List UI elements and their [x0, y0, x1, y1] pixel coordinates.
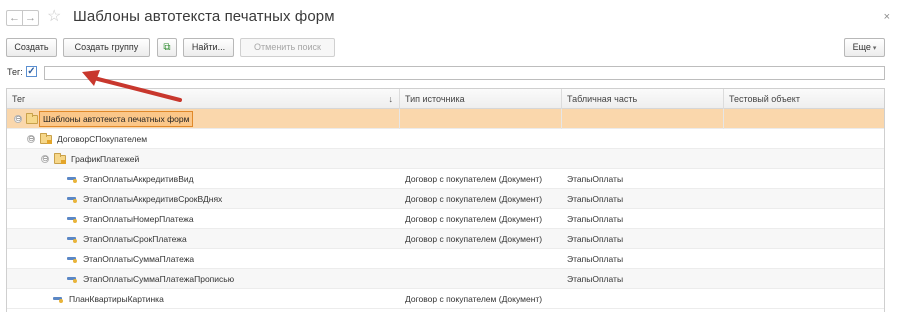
- tag-item-icon: [67, 197, 77, 203]
- find-button[interactable]: Найти...: [183, 38, 234, 57]
- source-type-cell: Договор с покупателем (Документ): [405, 234, 543, 244]
- column-header-source-type[interactable]: Тип источника: [400, 89, 562, 109]
- page-title: Шаблоны автотекста печатных форм: [73, 8, 335, 25]
- table-row[interactable]: ⊖ ДоговорСПокупателем: [7, 129, 884, 149]
- tabular-part-cell: ЭтапыОплаты: [567, 174, 624, 184]
- table-row[interactable]: ЭтапОплатыСуммаПлатежаПрописью ЭтапыОпла…: [7, 269, 884, 289]
- tag-item-icon: [67, 177, 77, 183]
- column-header-tag[interactable]: Тег ↓: [7, 89, 400, 109]
- tabular-part-cell: ЭтапыОплаты: [567, 194, 624, 204]
- forward-arrow-icon[interactable]: →: [22, 10, 39, 26]
- favorite-star-icon[interactable]: ☆: [47, 8, 61, 26]
- copy-icon[interactable]: ⧉: [157, 38, 177, 57]
- table-row[interactable]: ⊖ ГрафикПлатежей: [7, 149, 884, 169]
- table-row[interactable]: ⊖ Шаблоны автотекста печатных форм: [7, 109, 884, 129]
- collapse-icon[interactable]: ⊖: [27, 135, 35, 143]
- collapse-icon[interactable]: ⊖: [14, 115, 22, 123]
- collapse-icon[interactable]: ⊖: [41, 155, 49, 163]
- column-header-tag-label: Тег: [12, 94, 26, 104]
- tag-filter-input[interactable]: [44, 66, 885, 80]
- column-separator: [561, 109, 562, 129]
- tabular-part-cell: ЭтапыОплаты: [567, 254, 624, 264]
- table-row[interactable]: ЭтапОплатыАккредитивВид Договор с покупа…: [7, 169, 884, 189]
- group-folder-icon: [54, 153, 66, 164]
- column-header-test-object[interactable]: Тестовый объект: [724, 89, 884, 109]
- back-arrow-icon[interactable]: ←: [6, 10, 23, 26]
- more-button[interactable]: Еще ▾: [844, 38, 885, 57]
- templates-table: Тег ↓ Тип источника Табличная часть Тест…: [6, 88, 885, 312]
- source-type-cell: Договор с покупателем (Документ): [405, 214, 543, 224]
- tag-cell: ЭтапОплатыСуммаПлатежа: [83, 254, 195, 264]
- tag-item-icon: [67, 217, 77, 223]
- column-separator: [399, 109, 400, 129]
- tag-cell: ЭтапОплатыСрокПлатежа: [83, 234, 187, 244]
- cancel-search-button[interactable]: Отменить поиск: [240, 38, 335, 57]
- create-button[interactable]: Создать: [6, 38, 57, 57]
- table-row[interactable]: ЭтапОплатыСуммаПлатежа ЭтапыОплаты: [7, 249, 884, 269]
- table-row[interactable]: ПланКвартирыКартинка Договор с покупател…: [7, 289, 884, 309]
- chevron-down-icon: ▾: [872, 45, 877, 52]
- tag-filter-label: Тег:: [7, 67, 23, 77]
- tag-cell: ЭтапОплатыСуммаПлатежаПрописью: [83, 274, 235, 284]
- sort-desc-icon: ↓: [388, 94, 394, 104]
- table-header: Тег ↓ Тип источника Табличная часть Тест…: [7, 89, 884, 109]
- tag-item-icon: [67, 277, 77, 283]
- tag-cell: ЭтапОплатыНомерПлатежа: [83, 214, 194, 224]
- close-icon[interactable]: ×: [884, 11, 890, 23]
- source-type-cell: Договор с покупателем (Документ): [405, 194, 543, 204]
- source-type-cell: Договор с покупателем (Документ): [405, 174, 543, 184]
- group-folder-icon: [40, 133, 52, 144]
- tag-cell: ЭтапОплатыАккредитивСрокВДнях: [83, 194, 223, 204]
- table-row[interactable]: ЭтапОплатыАккредитивСрокВДнях Договор с …: [7, 189, 884, 209]
- column-header-tabular-part[interactable]: Табличная часть: [562, 89, 724, 109]
- tabular-part-cell: ЭтапыОплаты: [567, 214, 624, 224]
- table-row[interactable]: ЭтапОплатыНомерПлатежа Договор с покупат…: [7, 209, 884, 229]
- title-bar: ← → ☆ Шаблоны автотекста печатных форм ×: [0, 0, 900, 34]
- tabular-part-cell: ЭтапыОплаты: [567, 274, 624, 284]
- tabular-part-cell: ЭтапыОплаты: [567, 234, 624, 244]
- table-row[interactable]: ЭтапОплатыСрокПлатежа Договор с покупате…: [7, 229, 884, 249]
- folder-open-icon: [26, 113, 38, 124]
- more-label: Еще: [852, 42, 871, 52]
- column-separator: [723, 109, 724, 129]
- tag-item-icon: [67, 257, 77, 263]
- source-type-cell: Договор с покупателем (Документ): [405, 294, 543, 304]
- create-group-button[interactable]: Создать группу: [63, 38, 150, 57]
- tag-cell: ПланКвартирыКартинка: [69, 294, 164, 304]
- tag-item-icon: [67, 237, 77, 243]
- tag-cell: ДоговорСПокупателем: [57, 134, 148, 144]
- tag-cell: ГрафикПлатежей: [71, 154, 140, 164]
- tag-item-icon: [53, 297, 63, 303]
- tag-cell: ЭтапОплатыАккредитивВид: [83, 174, 194, 184]
- tag-filter-checkbox[interactable]: ✓: [26, 66, 37, 77]
- tag-cell: Шаблоны автотекста печатных форм: [39, 111, 194, 127]
